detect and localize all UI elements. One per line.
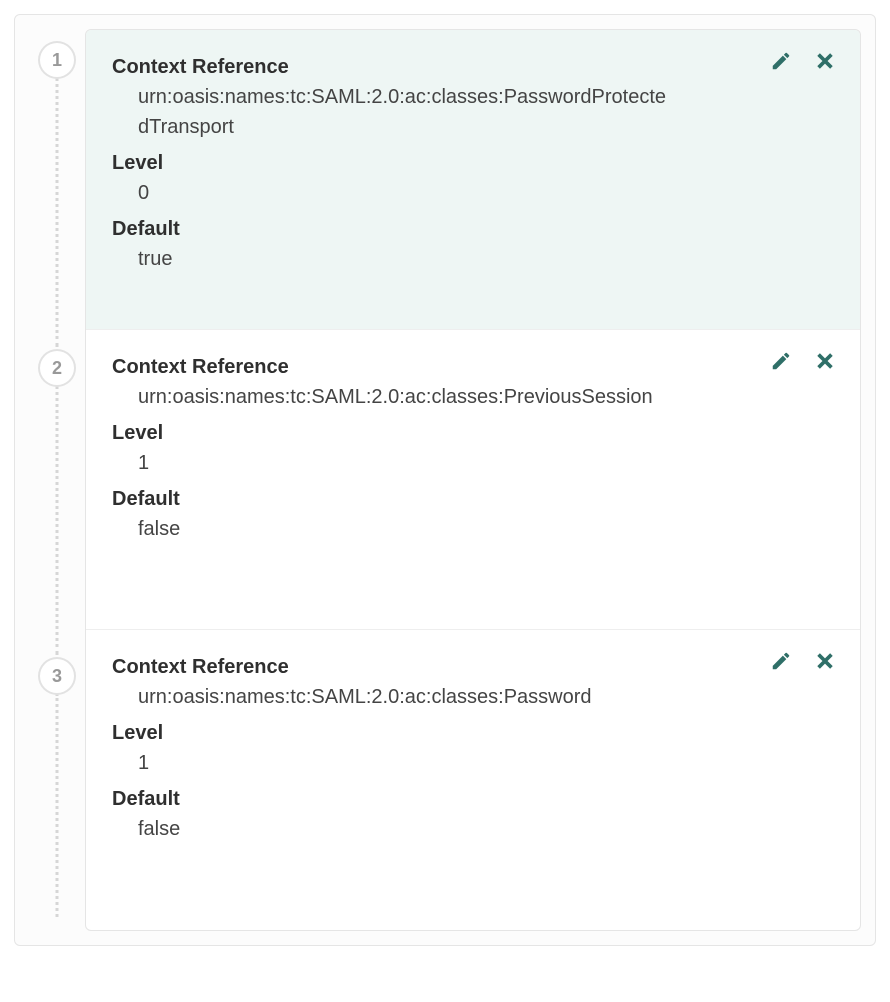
level-label: Level bbox=[112, 418, 834, 448]
context-reference-value: urn:oasis:names:tc:SAML:2.0:ac:classes:P… bbox=[112, 382, 672, 418]
context-card-list: Context Reference urn:oasis:names:tc:SAM… bbox=[85, 29, 861, 931]
default-label: Default bbox=[112, 484, 834, 514]
context-reference-value: urn:oasis:names:tc:SAML:2.0:ac:classes:P… bbox=[112, 682, 672, 718]
step-badge: 1 bbox=[40, 43, 74, 77]
delete-button[interactable] bbox=[814, 350, 836, 372]
step-line bbox=[56, 77, 59, 347]
default-label: Default bbox=[112, 214, 834, 244]
edit-button[interactable] bbox=[770, 650, 792, 672]
close-icon bbox=[814, 50, 836, 72]
edit-button[interactable] bbox=[770, 350, 792, 372]
default-value: false bbox=[112, 814, 672, 850]
context-card[interactable]: Context Reference urn:oasis:names:tc:SAM… bbox=[86, 630, 860, 930]
step-number: 2 bbox=[52, 358, 62, 379]
default-label: Default bbox=[112, 784, 834, 814]
level-label: Level bbox=[112, 718, 834, 748]
step-number: 1 bbox=[52, 50, 62, 71]
delete-button[interactable] bbox=[814, 50, 836, 72]
level-label: Level bbox=[112, 148, 834, 178]
close-icon bbox=[814, 350, 836, 372]
context-card[interactable]: Context Reference urn:oasis:names:tc:SAM… bbox=[86, 330, 860, 630]
card-actions bbox=[770, 650, 836, 672]
step-badge: 3 bbox=[40, 659, 74, 693]
context-reference-label: Context Reference bbox=[112, 52, 834, 82]
step-number: 3 bbox=[52, 666, 62, 687]
context-reference-label: Context Reference bbox=[112, 352, 834, 382]
context-list-panel: 1 2 3 bbox=[14, 14, 876, 946]
level-value: 0 bbox=[112, 178, 672, 214]
delete-button[interactable] bbox=[814, 650, 836, 672]
card-actions bbox=[770, 350, 836, 372]
edit-button[interactable] bbox=[770, 50, 792, 72]
context-reference-label: Context Reference bbox=[112, 652, 834, 682]
close-icon bbox=[814, 650, 836, 672]
default-value: false bbox=[112, 514, 672, 550]
step-line bbox=[56, 385, 59, 655]
context-reference-value: urn:oasis:names:tc:SAML:2.0:ac:classes:P… bbox=[112, 82, 672, 148]
pencil-icon bbox=[770, 50, 792, 72]
card-actions bbox=[770, 50, 836, 72]
step-line bbox=[56, 693, 59, 917]
step-badge: 2 bbox=[40, 351, 74, 385]
pencil-icon bbox=[770, 350, 792, 372]
default-value: true bbox=[112, 244, 672, 280]
context-card[interactable]: Context Reference urn:oasis:names:tc:SAM… bbox=[86, 30, 860, 330]
pencil-icon bbox=[770, 650, 792, 672]
level-value: 1 bbox=[112, 748, 672, 784]
level-value: 1 bbox=[112, 448, 672, 484]
